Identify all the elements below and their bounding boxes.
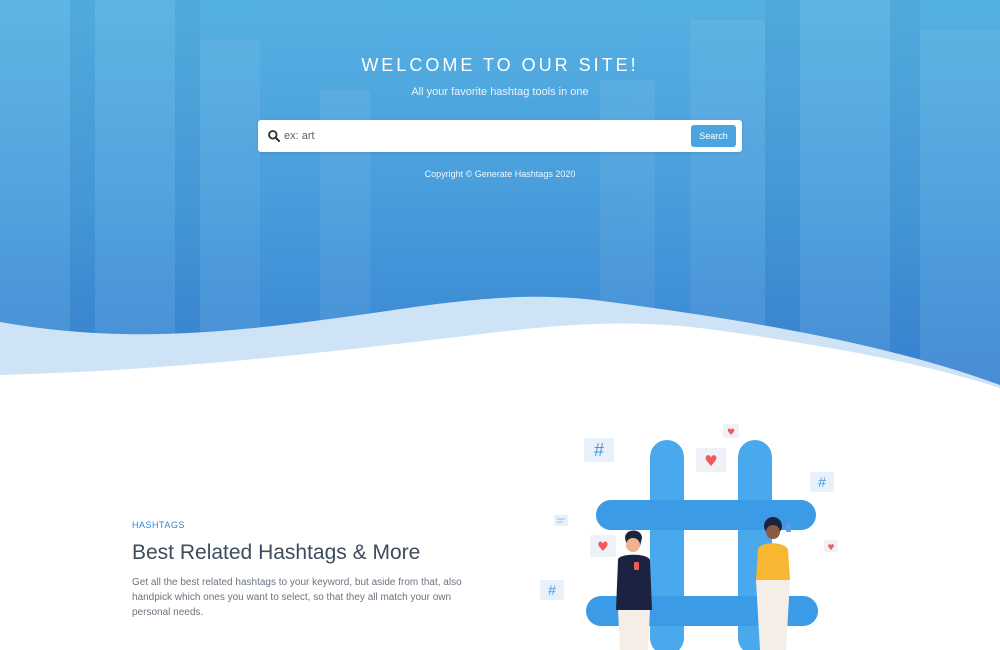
section-description: Get all the best related hashtags to you… xyxy=(132,577,462,618)
svg-text:#: # xyxy=(548,582,556,598)
man-figure xyxy=(616,530,652,650)
hashtag-icon: # xyxy=(584,438,614,462)
chat-icon xyxy=(554,515,568,526)
svg-text:#: # xyxy=(594,440,604,460)
section-heading: Best Related Hashtags & More xyxy=(132,541,421,564)
hashtag-icon: # xyxy=(810,472,834,492)
svg-text:♥: ♥ xyxy=(704,452,717,470)
search-icon xyxy=(267,129,281,143)
search-bar: Search xyxy=(258,120,742,152)
heart-icon: ♥ xyxy=(590,535,616,557)
svg-text:♥: ♥ xyxy=(597,540,609,555)
hashtag-illustration: # # # ♥ ♥ ♥ ♥ xyxy=(540,424,838,650)
hero-title: WELCOME TO OUR SITE! xyxy=(361,55,639,75)
svg-text:♥: ♥ xyxy=(827,543,834,552)
hero-subtitle: All your favorite hashtag tools in one xyxy=(411,86,589,98)
heart-icon: ♥ xyxy=(696,448,726,472)
hashtag-icon: # xyxy=(540,580,564,600)
hero-banner: WELCOME TO OUR SITE! All your favorite h… xyxy=(0,0,1000,400)
svg-text:#: # xyxy=(818,474,826,490)
heart-icon: ♥ xyxy=(723,424,739,438)
section-label: HASHTAGS xyxy=(132,520,185,530)
search-input[interactable] xyxy=(284,125,684,147)
svg-text:♥: ♥ xyxy=(727,428,735,438)
copyright-text: Copyright © Generate Hashtags 2020 xyxy=(424,169,576,179)
search-button[interactable]: Search xyxy=(691,125,736,147)
heart-icon: ♥ xyxy=(824,540,838,552)
